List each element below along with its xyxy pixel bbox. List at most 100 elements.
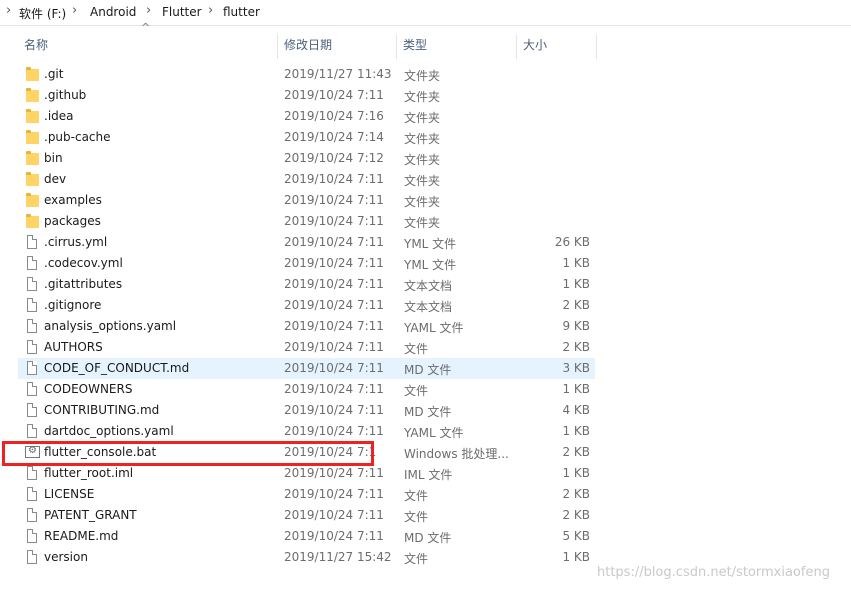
breadcrumb-separator[interactable]: › xyxy=(146,3,151,18)
folder-icon xyxy=(26,172,40,187)
file-row[interactable]: examples 2019/10/24 7:11 文件夹 xyxy=(18,190,595,211)
file-icon xyxy=(26,382,40,397)
folder-icon xyxy=(26,109,40,124)
column-size[interactable]: 大小 xyxy=(517,31,597,59)
file-name: analysis_options.yaml xyxy=(44,319,177,333)
column-type[interactable]: 类型 xyxy=(397,31,517,59)
file-row[interactable]: .gitignore 2019/10/24 7:11 文本文档 2 KB xyxy=(18,295,595,316)
file-type: 文件 xyxy=(404,510,429,524)
file-row[interactable]: dartdoc_options.yaml 2019/10/24 7:11 YAML … xyxy=(18,421,595,442)
file-date: 2019/10/24 7:11 xyxy=(284,403,384,417)
breadcrumb-flutter-parent[interactable]: Flutter xyxy=(162,5,202,19)
file-date: 2019/10/24 7:11 xyxy=(284,277,384,291)
file-row[interactable]: .cirrus.yml 2019/10/24 7:11 YML 文件 26 KB xyxy=(18,232,595,253)
file-name: PATENT_GRANT xyxy=(44,508,137,522)
file-size: 2 KB xyxy=(562,445,590,459)
file-row[interactable]: dev 2019/10/24 7:11 文件夹 xyxy=(18,169,595,190)
address-bar[interactable]: › 软件 (F:) › Android › Flutter › flutter xyxy=(0,0,851,26)
file-type: MD 文件 xyxy=(404,405,452,419)
file-size: 2 KB xyxy=(562,487,590,501)
file-row[interactable]: .idea 2019/10/24 7:16 文件夹 xyxy=(18,106,595,127)
file-row[interactable]: analysis_options.yaml 2019/10/24 7:11 YAML… xyxy=(18,316,595,337)
file-date: 2019/10/24 7:11 xyxy=(284,340,384,354)
file-type: MD 文件 xyxy=(404,363,452,377)
file-row[interactable]: packages 2019/10/24 7:11 文件夹 xyxy=(18,211,595,232)
file-size: 1 KB xyxy=(562,550,590,564)
file-icon xyxy=(26,277,40,292)
file-date: 2019/10/24 7:11 xyxy=(284,256,384,270)
file-size: 2 KB xyxy=(562,298,590,312)
file-row[interactable]: .git 2019/11/27 11:43 文件夹 xyxy=(18,64,595,85)
file-size: 9 KB xyxy=(562,319,590,333)
file-row[interactable]: flutter_root.iml 2019/10/24 7:11 IML 文件 1 K… xyxy=(18,463,595,484)
file-type: Windows 批处理... xyxy=(404,447,509,461)
file-type: 文件夹 xyxy=(404,195,441,209)
file-date: 2019/10/24 7:11 xyxy=(284,193,384,207)
file-size: 1 KB xyxy=(562,256,590,270)
file-type: YML 文件 xyxy=(404,258,457,272)
file-type: 文件夹 xyxy=(404,132,441,146)
breadcrumb-android[interactable]: Android xyxy=(90,5,136,19)
file-type: 文件夹 xyxy=(404,174,441,188)
file-type: YAML 文件 xyxy=(404,321,464,335)
file-date: 2019/10/24 7:11 xyxy=(284,172,384,186)
file-size: 5 KB xyxy=(562,529,590,543)
breadcrumb-separator[interactable]: › xyxy=(208,3,213,18)
file-icon xyxy=(26,361,40,376)
file-date: 2019/10/24 7:11 xyxy=(284,529,384,543)
file-size: 2 KB xyxy=(562,340,590,354)
file-date: 2019/11/27 15:42 xyxy=(284,550,392,564)
file-icon xyxy=(26,256,40,271)
folder-icon xyxy=(26,130,40,145)
file-name: CODE_OF_CONDUCT.md xyxy=(44,361,190,375)
file-name: .cirrus.yml xyxy=(44,235,108,249)
file-date: 2019/10/24 7:11 xyxy=(284,88,384,102)
file-icon xyxy=(26,340,40,355)
file-row[interactable]: CODEOWNERS 2019/10/24 7:11 文件 1 KB xyxy=(18,379,595,400)
file-type: YML 文件 xyxy=(404,237,457,251)
file-date: 2019/10/24 7:11 xyxy=(284,508,384,522)
file-name: dartdoc_options.yaml xyxy=(44,424,174,438)
file-row[interactable]: AUTHORS 2019/10/24 7:11 文件 2 KB xyxy=(18,337,595,358)
column-date[interactable]: 修改日期 xyxy=(278,31,397,59)
file-icon xyxy=(26,550,40,565)
breadcrumb-flutter[interactable]: flutter xyxy=(223,5,260,19)
file-type: YAML 文件 xyxy=(404,426,464,440)
file-name: LICENSE xyxy=(44,487,95,501)
file-type: 文件 xyxy=(404,342,429,356)
file-size: 2 KB xyxy=(562,508,590,522)
file-row[interactable]: .codecov.yml 2019/10/24 7:11 YML 文件 1 KB xyxy=(18,253,595,274)
column-divider[interactable] xyxy=(596,34,597,59)
file-type: 文件 xyxy=(404,489,429,503)
file-row[interactable]: bin 2019/10/24 7:12 文件夹 xyxy=(18,148,595,169)
breadcrumb-separator[interactable]: › xyxy=(72,3,77,18)
file-date: 2019/10/24 7:11 xyxy=(284,214,384,228)
file-name: .github xyxy=(44,88,87,102)
file-date: 2019/10/24 7:16 xyxy=(284,109,384,123)
file-row[interactable]: CODE_OF_CONDUCT.md 2019/10/24 7:11 MD 文件 3 … xyxy=(18,358,595,379)
file-row[interactable]: README.md 2019/10/24 7:11 MD 文件 5 KB xyxy=(18,526,595,547)
file-type: 文件夹 xyxy=(404,90,441,104)
breadcrumb-drive[interactable]: 软件 (F:) xyxy=(19,5,66,22)
file-date: 2019/10/24 7:11 xyxy=(284,382,384,396)
file-date: 2019/10/24 7:11 xyxy=(284,424,384,438)
file-row[interactable]: CONTRIBUTING.md 2019/10/24 7:11 MD 文件 4 KB xyxy=(18,400,595,421)
folder-icon xyxy=(26,151,40,166)
folder-icon xyxy=(26,214,40,229)
file-name: .idea xyxy=(44,109,74,123)
column-name[interactable]: 名称 xyxy=(18,31,278,59)
file-row[interactable]: LICENSE 2019/10/24 7:11 文件 2 KB xyxy=(18,484,595,505)
file-row[interactable]: .github 2019/10/24 7:11 文件夹 xyxy=(18,85,595,106)
file-type: 文件夹 xyxy=(404,111,441,125)
file-name: packages xyxy=(44,214,101,228)
file-name: .pub-cache xyxy=(44,130,111,144)
file-row[interactable]: PATENT_GRANT 2019/10/24 7:11 文件 2 KB xyxy=(18,505,595,526)
file-row[interactable]: .gitattributes 2019/10/24 7:11 文本文档 1 KB xyxy=(18,274,595,295)
folder-icon xyxy=(26,88,40,103)
file-size: 1 KB xyxy=(562,466,590,480)
file-icon xyxy=(26,298,40,313)
file-row[interactable]: .pub-cache 2019/10/24 7:14 文件夹 xyxy=(18,127,595,148)
file-name: .gitattributes xyxy=(44,277,123,291)
file-row[interactable]: version 2019/11/27 15:42 文件 1 KB xyxy=(18,547,595,568)
file-name: .gitignore xyxy=(44,298,102,312)
